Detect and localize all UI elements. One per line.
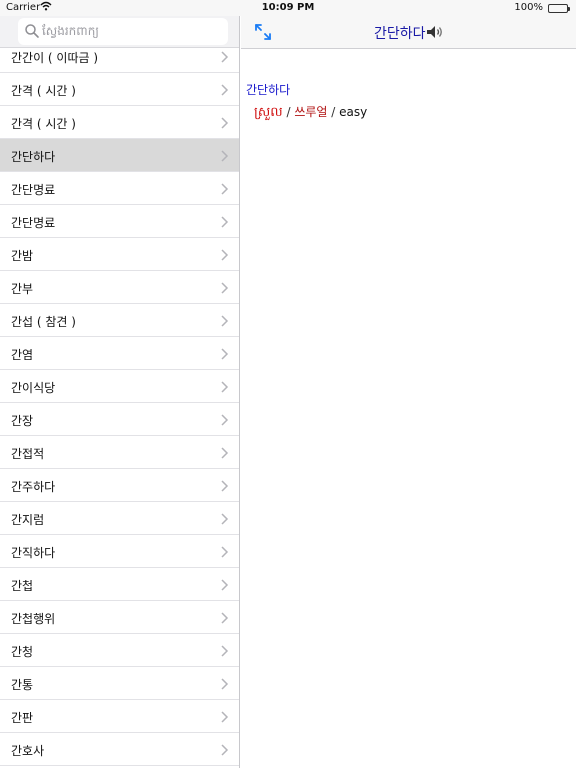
chevron-right-icon [221, 546, 229, 558]
chevron-right-icon [221, 183, 229, 195]
list-item-label: 간직하다 [11, 546, 56, 560]
list-item[interactable]: 간첩행위 [0, 601, 239, 634]
list-item-label: 간첩행위 [11, 612, 56, 626]
chevron-right-icon [221, 744, 229, 756]
list-item-label: 간간이 ( 이따금 ) [11, 51, 99, 65]
english-translation: easy [339, 105, 368, 119]
khmer-translation: ស្រួល [254, 105, 283, 120]
chevron-right-icon [221, 579, 229, 591]
clock: 10:09 PM [261, 2, 315, 13]
list-item[interactable]: 간접적 [0, 436, 239, 469]
chevron-right-icon [221, 381, 229, 393]
battery-percentage: 100% [514, 2, 543, 13]
list-item-label: 간격 ( 시간 ) [11, 117, 76, 131]
expand-arrows-icon[interactable] [253, 22, 273, 42]
chevron-right-icon [221, 84, 229, 96]
list-item-label: 간주하다 [11, 480, 56, 494]
chevron-right-icon [221, 678, 229, 690]
chevron-right-icon [221, 414, 229, 426]
chevron-right-icon [221, 51, 229, 63]
chevron-right-icon [221, 150, 229, 162]
search-icon [25, 24, 39, 38]
list-item[interactable]: 간섭 ( 참견 ) [0, 304, 239, 337]
list-item[interactable]: 간직하다 [0, 535, 239, 568]
search-bar [0, 16, 239, 48]
chevron-right-icon [221, 216, 229, 228]
list-item-label: 간호사 [11, 744, 45, 758]
entry-headword: 간단하다 [246, 83, 291, 97]
chevron-right-icon [221, 645, 229, 657]
word-list[interactable]: 간간이 ( 이따금 ) 간격 ( 시간 ) 간격 ( 시간 ) 간단하다 간단명료 간단명… [0, 40, 239, 766]
separator: / [327, 105, 340, 119]
list-item[interactable]: 간단명료 [0, 172, 239, 205]
list-item[interactable]: 간지럼 [0, 502, 239, 535]
list-item-label: 간판 [11, 711, 34, 725]
list-item-label: 간이식당 [11, 381, 56, 395]
status-bar: Carrier 10:09 PM 100% [0, 0, 576, 16]
list-item[interactable]: 간부 [0, 271, 239, 304]
khmer-pronunciation: 쓰루얼 [294, 105, 328, 119]
detail-pane: 간단하다 간단하다 ស្រួល / 쓰루얼 / easy [241, 16, 576, 768]
search-box[interactable] [18, 18, 228, 45]
chevron-right-icon [221, 711, 229, 723]
list-item-label: 간염 [11, 348, 34, 362]
list-item[interactable]: 간격 ( 시간 ) [0, 73, 239, 106]
chevron-right-icon [221, 249, 229, 261]
chevron-right-icon [221, 513, 229, 525]
list-item-label: 간섭 ( 참견 ) [11, 315, 76, 329]
list-item-label: 간단하다 [11, 150, 56, 164]
chevron-right-icon [221, 348, 229, 360]
battery-icon [548, 4, 570, 13]
list-item[interactable]: 간첩 [0, 568, 239, 601]
word-list-pane: 간간이 ( 이따금 ) 간격 ( 시간 ) 간격 ( 시간 ) 간단하다 간단명료 간단명… [0, 16, 240, 768]
list-item-label: 간지럼 [11, 513, 45, 527]
separator: / [282, 105, 295, 119]
list-item-label: 간첩 [11, 579, 34, 593]
entry-translation: ស្រួល / 쓰루얼 / easy [254, 103, 367, 123]
list-item-label: 간청 [11, 645, 34, 659]
chevron-right-icon [221, 282, 229, 294]
chevron-right-icon [221, 612, 229, 624]
list-item-label: 간단명료 [11, 183, 56, 197]
list-item-label: 간밤 [11, 249, 34, 263]
speaker-icon[interactable] [424, 22, 444, 42]
list-item-label: 간격 ( 시간 ) [11, 84, 76, 98]
list-item-label: 간접적 [11, 447, 45, 461]
list-item[interactable]: 간염 [0, 337, 239, 370]
list-item[interactable]: 간주하다 [0, 469, 239, 502]
list-item[interactable]: 간이식당 [0, 370, 239, 403]
navigation-bar: 간단하다 [241, 16, 576, 49]
nav-title: 간단하다 [374, 26, 426, 42]
chevron-right-icon [221, 447, 229, 459]
chevron-right-icon [221, 315, 229, 327]
list-item[interactable]: 간단명료 [0, 205, 239, 238]
list-item[interactable]: 간통 [0, 667, 239, 700]
list-item-label: 간부 [11, 282, 34, 296]
list-item-label: 간장 [11, 414, 34, 428]
list-item-label: 간통 [11, 678, 34, 692]
list-item[interactable]: 간장 [0, 403, 239, 436]
chevron-right-icon [221, 117, 229, 129]
list-item[interactable]: 간밤 [0, 238, 239, 271]
search-input[interactable] [42, 21, 222, 41]
list-item[interactable]: 간호사 [0, 733, 239, 766]
list-item[interactable]: 간격 ( 시간 ) [0, 106, 239, 139]
list-item-label: 간단명료 [11, 216, 56, 230]
list-item[interactable]: 간청 [0, 634, 239, 667]
chevron-right-icon [221, 480, 229, 492]
list-item[interactable]: 간단하다 [0, 139, 239, 172]
list-item[interactable]: 간판 [0, 700, 239, 733]
